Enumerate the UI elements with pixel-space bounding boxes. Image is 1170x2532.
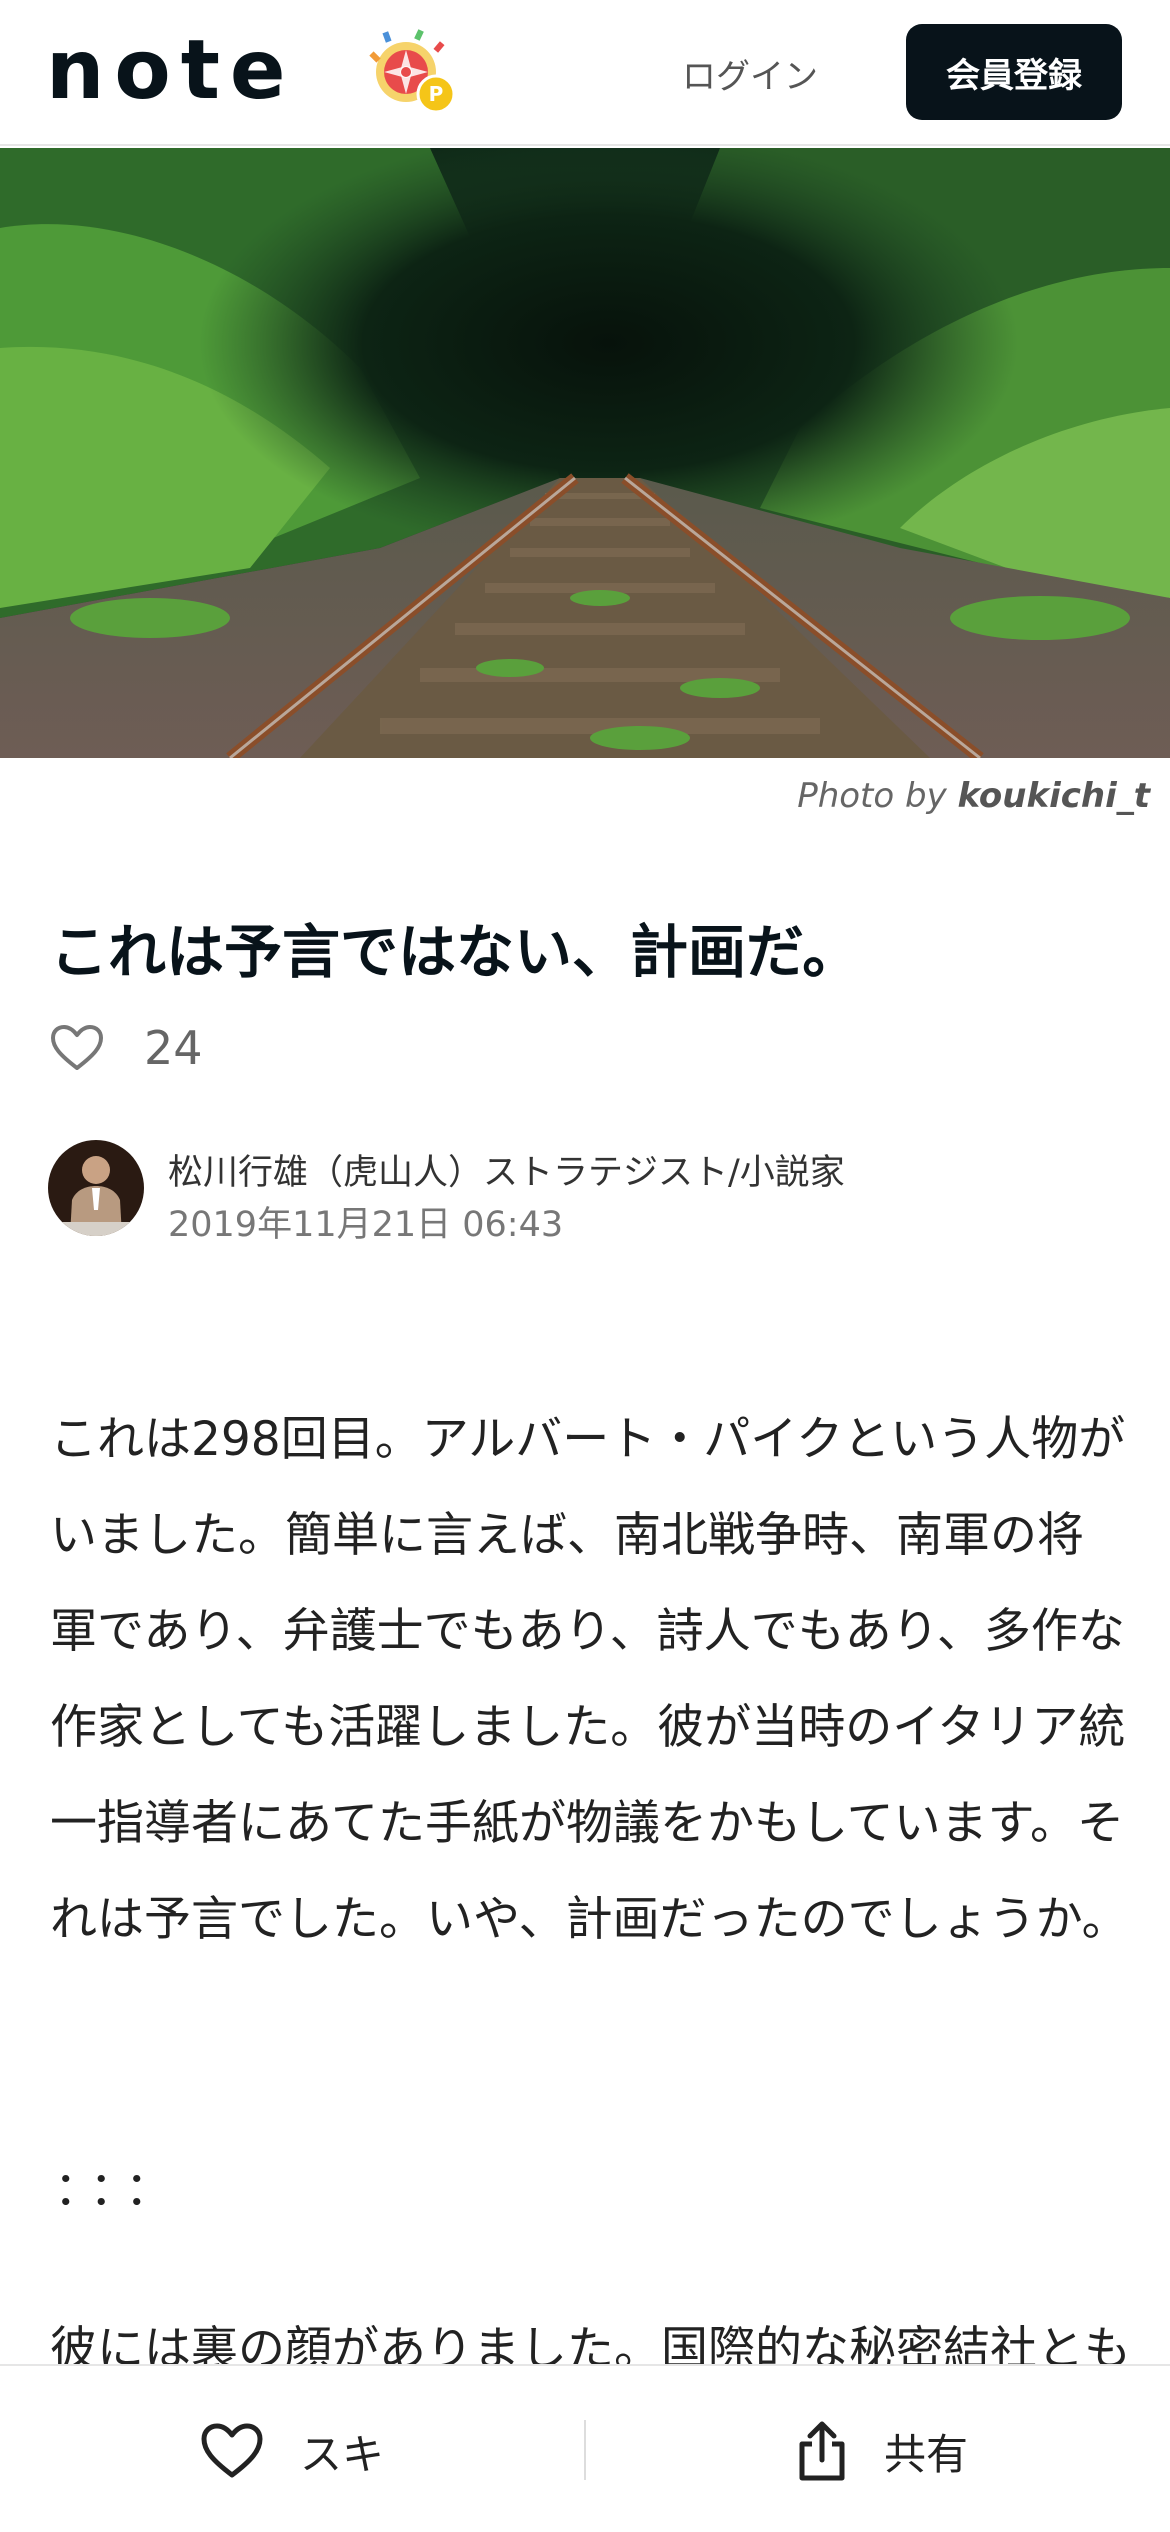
credit-author-link[interactable]: koukichi_t [958, 776, 1151, 816]
author-info[interactable]: 松川行雄（虎山人）ストラテジスト/小説家 2019年11月21日 06:43 [48, 1134, 1128, 1245]
like-label: スキ [300, 2429, 385, 2479]
like-button[interactable]: スキ [200, 2406, 384, 2496]
share-label: 共有 [884, 2429, 969, 2479]
site-header: note P ログイン 会員登録 [0, 0, 1170, 146]
like-count: 24 [144, 1021, 203, 1075]
share-button[interactable]: 共有 [796, 2406, 968, 2496]
logo-text: note [46, 23, 296, 118]
bottom-action-bar: スキ 共有 [0, 2364, 1170, 2532]
author-name[interactable]: 松川行雄（虎山人）ストラテジスト/小説家 [168, 1144, 845, 1195]
avatar-image [48, 1140, 144, 1236]
bar-divider [584, 2420, 586, 2480]
article-title: これは予言ではない、計画だ。 [50, 918, 861, 986]
share-icon [799, 2421, 845, 2481]
signup-button[interactable]: 会員登録 [906, 24, 1122, 120]
article-body: これは298回目。アルバート・パイクという人物がいました。簡単に言えば、南北戦争… [50, 1412, 1129, 1947]
photo-credit: Photo by koukichi_t [797, 776, 1150, 816]
author-avatar[interactable] [48, 1140, 144, 1236]
section-separator: ：：： [54, 2162, 184, 2217]
note-logo[interactable]: note P [46, 23, 456, 118]
like-counter: 24 [50, 1018, 203, 1078]
login-link[interactable]: ログイン [640, 40, 860, 106]
post-date: 2019年11月21日 06:43 [168, 1205, 564, 1245]
heart-icon [201, 2423, 263, 2478]
railway-photo [0, 148, 1170, 758]
svg-text:P: P [429, 82, 444, 106]
heart-outline-icon[interactable] [50, 1024, 104, 1072]
credit-prefix: Photo by [797, 776, 947, 816]
hero-image [0, 148, 1170, 758]
campaign-badge-icon: P [369, 29, 456, 114]
